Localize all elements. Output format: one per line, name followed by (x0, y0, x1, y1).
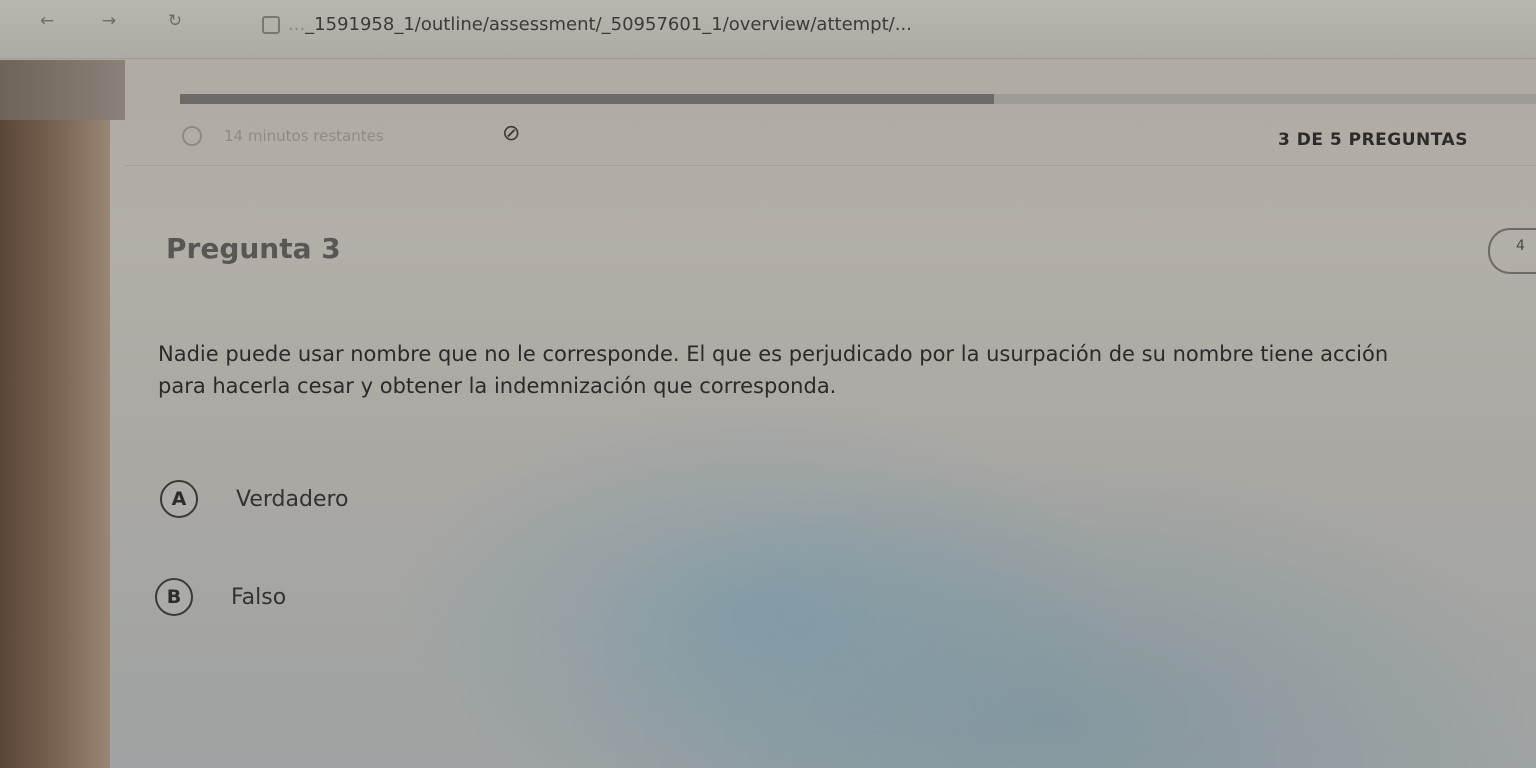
url-path: _1591958_1/outline/assessment/_50957601_… (305, 14, 912, 35)
back-arrow-icon[interactable]: ← (36, 10, 58, 32)
browser-address-bar[interactable]: ← → ↻ ..._1591958_1/outline/assessment/_… (0, 0, 1536, 59)
clock-icon (182, 126, 202, 146)
option-label-verdadero[interactable]: Verdadero (236, 487, 349, 512)
forward-arrow-icon[interactable]: → (98, 10, 120, 32)
option-letter-a[interactable]: A (160, 480, 198, 518)
assessment-progress-bar (180, 94, 1536, 104)
answer-option-a[interactable]: A Verdadero (160, 480, 349, 518)
url-text[interactable]: ..._1591958_1/outline/assessment/_509576… (288, 14, 1536, 35)
option-letter-b[interactable]: B (155, 578, 193, 616)
site-info-icon[interactable] (262, 16, 280, 34)
reload-icon[interactable]: ↻ (164, 10, 186, 32)
hide-timer-icon[interactable]: ⊘ (502, 122, 530, 146)
question-line: para hacerla cesar y obtener la indemniz… (158, 374, 837, 398)
points-badge: 4 (1488, 228, 1536, 274)
answer-option-b[interactable]: B Falso (155, 578, 286, 616)
monitor-bezel (0, 60, 110, 768)
progress-fill (180, 94, 994, 104)
question-line: Nadie puede usar nombre que no le corres… (158, 342, 1389, 366)
option-label-falso[interactable]: Falso (231, 585, 286, 610)
time-remaining: 14 minutos restantes (224, 127, 384, 145)
question-counter: 3 DE 5 PREGUNTAS (1278, 130, 1468, 150)
question-title: Pregunta 3 (166, 232, 341, 265)
url-prefix: ... (288, 14, 306, 35)
question-text: Nadie puede usar nombre que no le corres… (158, 338, 1536, 402)
sidebar-panel (0, 60, 125, 120)
header-divider (125, 165, 1536, 166)
